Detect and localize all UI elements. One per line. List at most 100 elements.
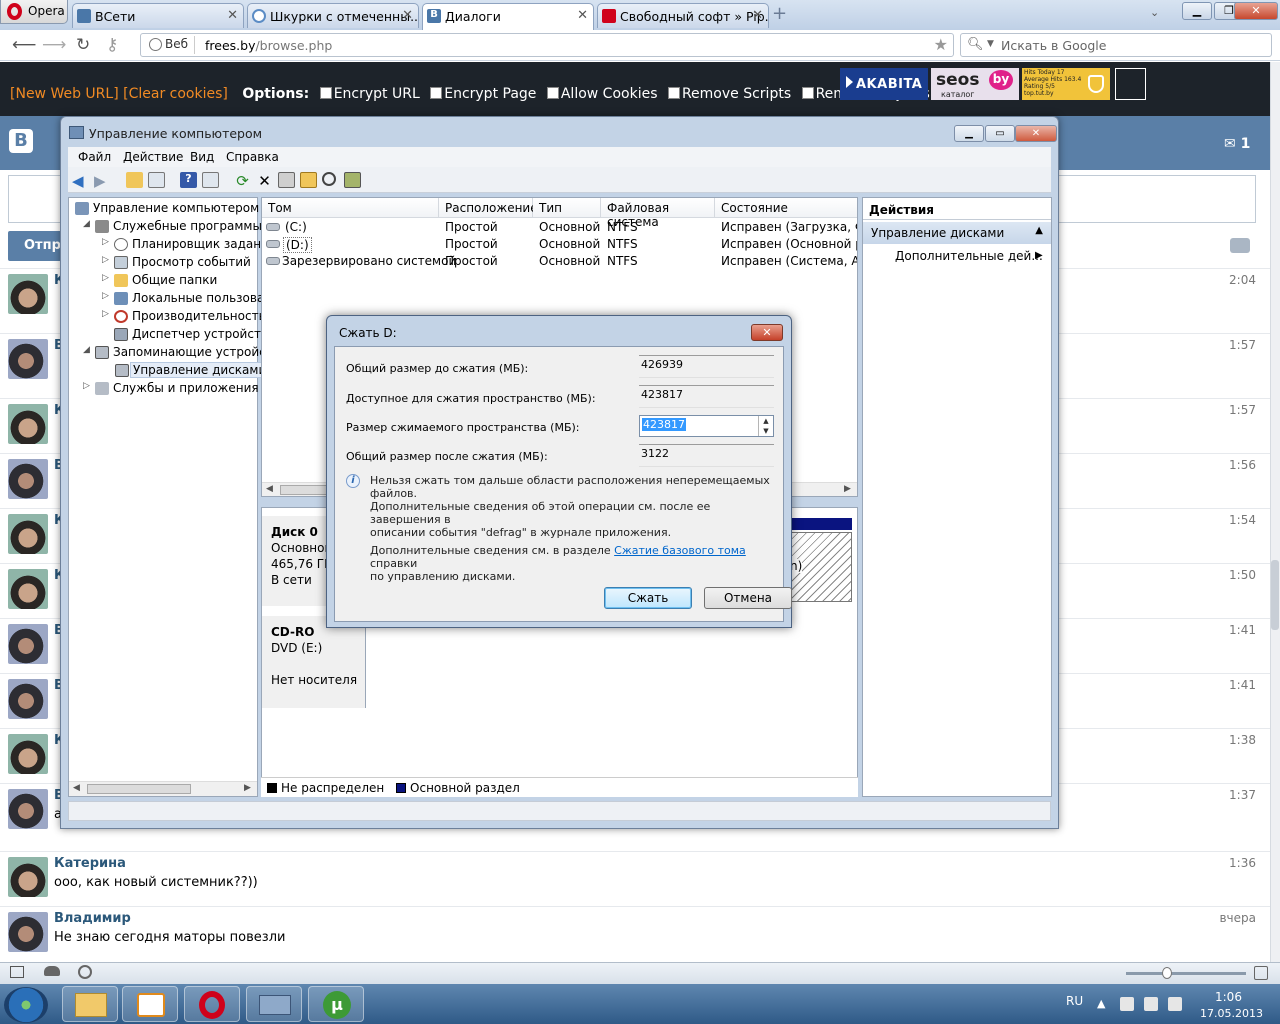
collapse-arrow-icon[interactable]: ◢ — [83, 219, 90, 229]
language-indicator[interactable]: RU — [1066, 994, 1083, 1008]
tray-network-icon[interactable] — [1120, 997, 1134, 1011]
volume-row[interactable]: Зарезервировано системой Простой Основно… — [262, 253, 857, 270]
tree-horizontal-scrollbar[interactable]: ◀ ▶ — [69, 781, 257, 796]
back-arrow-icon[interactable]: ⟵ — [12, 35, 36, 55]
avatar[interactable] — [8, 404, 48, 444]
delete-icon[interactable]: ✕ — [256, 172, 273, 190]
view-icon[interactable] — [1254, 966, 1268, 980]
panel-toggle-icon[interactable] — [10, 966, 24, 978]
avatar[interactable] — [8, 912, 48, 952]
minimize-button[interactable]: ▁ — [1182, 2, 1212, 20]
open-icon[interactable] — [300, 172, 317, 188]
vk-message-row[interactable]: Владимир Не знаю сегодня маторы повезли вч… — [0, 906, 1270, 961]
taskbar-opera-button[interactable] — [184, 986, 240, 1022]
scroll-thumb[interactable] — [87, 784, 191, 794]
action-pane-icon[interactable] — [202, 172, 219, 188]
start-button[interactable] — [4, 987, 48, 1023]
zoom-slider-handle[interactable] — [1162, 967, 1172, 979]
menu-action[interactable]: Действие — [123, 150, 183, 164]
submenu-arrow-icon[interactable]: ▶ — [1035, 250, 1043, 261]
close-tab-icon[interactable]: ✕ — [752, 8, 763, 23]
column-volume[interactable]: Том — [262, 198, 439, 218]
encrypt-page-checkbox[interactable] — [430, 87, 443, 99]
taskbar-media-button[interactable] — [122, 986, 178, 1022]
close-window-button[interactable]: ✕ — [1234, 2, 1278, 20]
tray-volume-icon[interactable] — [1168, 997, 1182, 1011]
cdrom-label[interactable]: CD-RO DVD (E:) Нет носителя — [262, 616, 366, 708]
vk-logo-icon[interactable]: B — [9, 129, 33, 153]
tree-users[interactable]: ▷ Локальные пользовате — [102, 291, 279, 305]
page-scrollbar-thumb[interactable] — [1271, 560, 1279, 630]
tab-skins[interactable]: Шкурки с отмеченны... ✕ — [247, 3, 419, 28]
expand-arrow-icon[interactable]: ▷ — [83, 381, 90, 391]
avatar[interactable] — [8, 789, 48, 829]
remove-objects-checkbox[interactable] — [801, 87, 814, 99]
menu-view[interactable]: Вид — [190, 150, 214, 164]
akavita-banner[interactable]: AKABITA — [840, 68, 928, 100]
column-filesystem[interactable]: Файловая система — [601, 198, 715, 229]
forward-arrow-icon[interactable]: ⟶ — [42, 35, 66, 55]
dialog-close-button[interactable]: ✕ — [751, 324, 783, 341]
column-status[interactable]: Состояние — [715, 198, 857, 218]
properties-icon[interactable] — [278, 172, 295, 188]
tree-scheduler[interactable]: ▷ Планировщик заданий — [102, 237, 277, 251]
zoom-slider-track[interactable] — [1126, 972, 1246, 975]
tab-free-soft[interactable]: Свободный софт » Pip... ✕ — [597, 3, 769, 28]
stepper-up-icon[interactable]: ▲ — [759, 416, 773, 426]
expand-arrow-icon[interactable]: ▷ — [102, 291, 109, 301]
avatar[interactable] — [8, 459, 48, 499]
new-web-url-link[interactable]: New Web URL — [15, 86, 113, 102]
tab-dialogs[interactable]: B Диалоги ✕ — [422, 3, 594, 30]
avatar[interactable] — [8, 624, 48, 664]
cloud-icon[interactable] — [44, 966, 60, 976]
clock-date[interactable]: 17.05.2013 — [1200, 1007, 1263, 1020]
up-folder-icon[interactable] — [126, 172, 143, 188]
collapse-arrow-icon[interactable]: ◢ — [83, 345, 90, 355]
vk-mail-indicator[interactable]: ✉ 1 — [1224, 136, 1250, 152]
close-tab-icon[interactable]: ✕ — [577, 8, 588, 23]
tree-shares[interactable]: ▷ Общие папки — [102, 273, 217, 287]
search-field[interactable]: 🔍︎ ▼ Искать в Google — [960, 33, 1272, 57]
web-chip[interactable]: Веб — [145, 36, 196, 54]
taskbar-explorer-button[interactable] — [62, 986, 118, 1022]
top-tut-banner[interactable]: Hits Today 17 Average Hits 163.4 Rating … — [1022, 68, 1110, 100]
search-engine-dropdown-icon[interactable]: ▼ — [987, 39, 994, 49]
shrink-button[interactable]: Сжать — [604, 587, 692, 609]
page-scrollbar[interactable] — [1270, 62, 1280, 962]
tab-vseti[interactable]: ВСети ✕ — [72, 3, 244, 28]
cancel-button[interactable]: Отмена — [704, 587, 792, 609]
taskbar-utorrent-button[interactable]: µ — [308, 986, 364, 1022]
allow-cookies-checkbox[interactable] — [546, 87, 559, 99]
sender-name[interactable]: Владимир — [54, 911, 131, 926]
volume-row[interactable]: (C:) Простой Основной NTFS Исправен (Заг… — [262, 219, 857, 236]
volume-row[interactable]: (D:) Простой Основной NTFS Исправен (Осн… — [262, 236, 857, 253]
menu-file[interactable]: Файл — [78, 150, 111, 164]
avatar[interactable] — [8, 514, 48, 554]
avatar[interactable] — [8, 569, 48, 609]
column-layout[interactable]: Расположение — [439, 198, 538, 218]
tree-utilities[interactable]: ◢ Служебные программы — [83, 219, 262, 233]
clock-time[interactable]: 1:06 — [1215, 990, 1242, 1004]
avatar[interactable] — [8, 857, 48, 897]
avatar[interactable] — [8, 274, 48, 314]
camera-icon[interactable] — [1230, 238, 1250, 253]
taskbar-mmc-button[interactable] — [246, 986, 302, 1022]
tree-root[interactable]: Управление компьютером (л — [75, 201, 275, 215]
column-type[interactable]: Тип — [533, 198, 601, 218]
bookmark-star-icon[interactable]: ★ — [934, 35, 948, 54]
tree-disk-management[interactable]: Управление дисками — [115, 362, 270, 378]
shrink-size-stepper[interactable]: 423817 ▲ ▼ — [639, 415, 774, 437]
empty-banner[interactable] — [1115, 68, 1146, 100]
forward-icon[interactable]: ▶ — [94, 172, 111, 190]
tree-storage[interactable]: ◢ Запоминающие устройст — [83, 345, 273, 359]
vk-send-button[interactable]: Отпра — [8, 231, 70, 261]
new-tab-button[interactable]: + — [772, 3, 787, 24]
help-icon[interactable]: ? — [180, 172, 197, 188]
scroll-left-icon[interactable]: ◀ — [266, 484, 273, 494]
disk-settings-icon[interactable] — [344, 172, 361, 188]
actions-section[interactable]: Управление дисками ▲ — [863, 222, 1051, 244]
partition-block[interactable]: n) — [789, 532, 852, 602]
search-icon[interactable] — [322, 172, 336, 186]
scroll-thumb[interactable] — [280, 485, 330, 495]
show-hidden-icons-icon[interactable]: ▲ — [1097, 997, 1105, 1010]
